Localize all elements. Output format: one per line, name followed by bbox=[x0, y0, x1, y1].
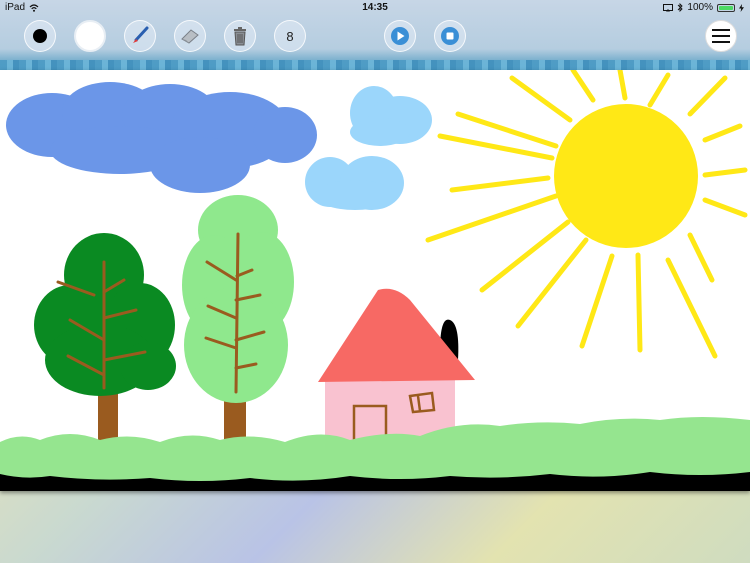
brush-size-value: 8 bbox=[286, 28, 294, 44]
dark-blue-cloud bbox=[6, 82, 317, 193]
brush-size-button[interactable]: 8 bbox=[274, 20, 306, 52]
dark-green-tree bbox=[34, 233, 176, 442]
light-green-tree bbox=[182, 195, 294, 442]
stop-button[interactable] bbox=[434, 20, 466, 52]
brush-icon bbox=[133, 26, 149, 43]
bluetooth-icon bbox=[678, 3, 684, 12]
play-icon bbox=[391, 27, 409, 45]
battery-icon bbox=[717, 3, 735, 12]
menu-button[interactable] bbox=[705, 20, 737, 52]
charging-bolt-icon bbox=[739, 3, 744, 12]
black-dot-icon bbox=[33, 29, 47, 43]
sun bbox=[554, 104, 698, 248]
light-blue-cloud-top bbox=[350, 86, 432, 146]
house bbox=[318, 288, 475, 445]
eraser-icon bbox=[181, 29, 199, 44]
drawing-canvas[interactable] bbox=[0, 67, 750, 491]
trash-tool[interactable] bbox=[224, 20, 256, 52]
eraser-tool[interactable] bbox=[174, 20, 206, 52]
hamburger-icon bbox=[712, 29, 730, 43]
brush-tool[interactable] bbox=[124, 20, 156, 52]
stop-icon bbox=[441, 27, 459, 45]
status-time: 14:35 bbox=[362, 2, 388, 13]
black-color-swatch[interactable] bbox=[24, 20, 56, 52]
white-color-swatch[interactable] bbox=[74, 20, 106, 52]
child-drawing bbox=[0, 67, 750, 491]
trash-icon bbox=[234, 27, 246, 46]
toolbar-decorative-strip bbox=[0, 60, 750, 70]
battery-percentage: 100% bbox=[687, 2, 713, 13]
play-button[interactable] bbox=[384, 20, 416, 52]
status-bar: iPad 14:35 100% bbox=[0, 0, 750, 16]
light-blue-cloud-bottom bbox=[305, 156, 404, 210]
screen-mirroring-icon bbox=[663, 3, 674, 11]
